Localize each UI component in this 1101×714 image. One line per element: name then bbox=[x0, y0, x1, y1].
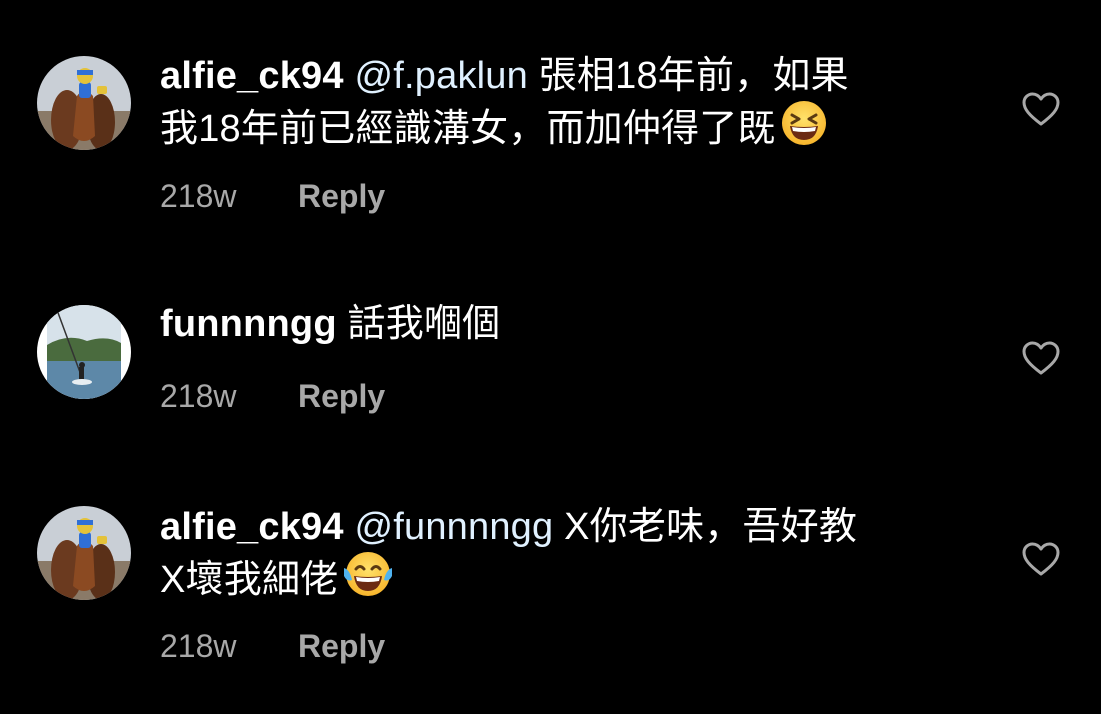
comment-username[interactable]: funnnngg bbox=[160, 303, 337, 345]
avatar[interactable] bbox=[37, 506, 131, 600]
comment-text: X壞我細佬 bbox=[160, 559, 339, 601]
reply-button[interactable]: Reply bbox=[298, 176, 385, 216]
comment-item: funnnngg 話我嗰個 218w Reply bbox=[0, 240, 1101, 470]
reply-button[interactable]: Reply bbox=[298, 376, 385, 416]
wakeboard-lake-avatar bbox=[37, 305, 131, 399]
comment-body: alfie_ck94 @f.paklun 張相18年前，如果 我18年前已經識溝… bbox=[160, 53, 960, 158]
comment-meta: 218w Reply bbox=[160, 626, 385, 666]
heart-outline-icon[interactable] bbox=[1021, 541, 1061, 577]
comment-timestamp: 218w bbox=[160, 378, 237, 414]
comment-username[interactable]: alfie_ck94 bbox=[160, 506, 344, 548]
tears-of-joy-emoji bbox=[342, 550, 394, 609]
comment-meta: 218w Reply bbox=[160, 376, 385, 416]
jockey-horse-avatar bbox=[37, 506, 131, 600]
comment-timestamp: 218w bbox=[160, 178, 237, 214]
reply-button[interactable]: Reply bbox=[298, 626, 385, 666]
heart-outline-icon[interactable] bbox=[1021, 340, 1061, 376]
comment-mention[interactable]: @f.paklun bbox=[354, 55, 527, 97]
avatar[interactable] bbox=[37, 305, 131, 399]
comment-timestamp: 218w bbox=[160, 628, 237, 664]
comment-username[interactable]: alfie_ck94 bbox=[160, 55, 344, 97]
grinning-squinting-face-emoji bbox=[780, 99, 828, 158]
comment-text: X你老味，吾好教 bbox=[564, 506, 858, 548]
comment-mention[interactable]: @funnnngg bbox=[354, 506, 553, 548]
comment-text: 話我嗰個 bbox=[347, 303, 501, 345]
jockey-horse-avatar bbox=[37, 56, 131, 150]
comment-text: 張相18年前，如果 bbox=[538, 55, 849, 97]
heart-outline-icon[interactable] bbox=[1021, 91, 1061, 127]
comment-item: alfie_ck94 @f.paklun 張相18年前，如果 我18年前已經識溝… bbox=[0, 0, 1101, 240]
comment-text: 我18年前已經識溝女，而加仲得了既 bbox=[160, 108, 776, 150]
comment-meta: 218w Reply bbox=[160, 176, 385, 216]
avatar[interactable] bbox=[37, 56, 131, 150]
comment-body: alfie_ck94 @funnnngg X你老味，吾好教 X壞我細佬 bbox=[160, 504, 960, 609]
comment-body: funnnngg 話我嗰個 bbox=[160, 301, 960, 347]
comment-item: alfie_ck94 @funnnngg X你老味，吾好教 X壞我細佬 218w… bbox=[0, 470, 1101, 714]
